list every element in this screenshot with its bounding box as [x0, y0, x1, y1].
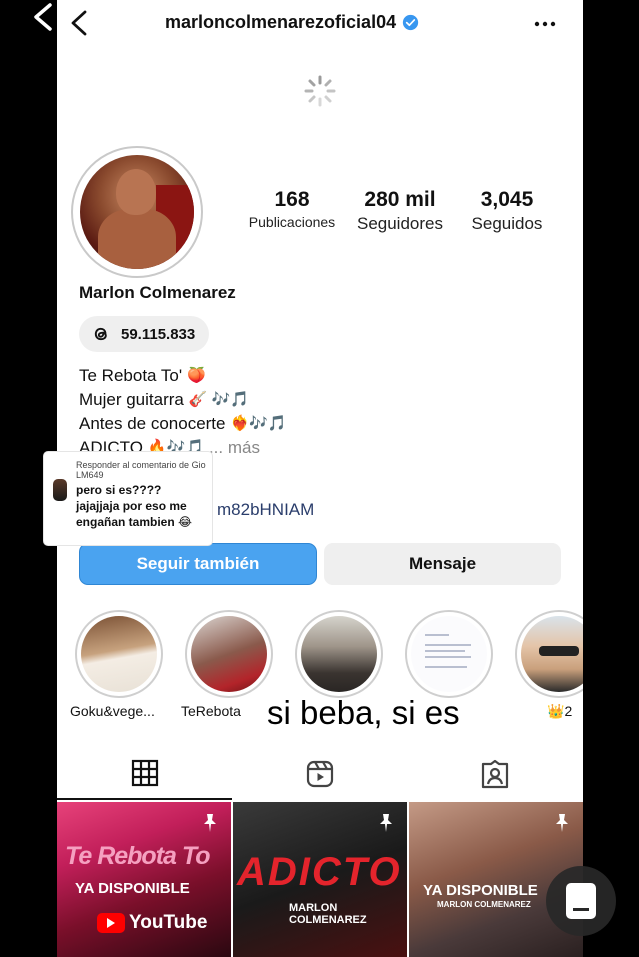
- loading-spinner-icon: [303, 74, 337, 108]
- bio-line: Antes de conocerte ❤️‍🔥🎶🎵: [79, 412, 287, 436]
- bio-text: Te Rebota To': [79, 366, 183, 385]
- post-title: ADICTO: [237, 850, 402, 894]
- top-bar: marloncolmenarezoficial04: [57, 0, 583, 48]
- story-highlight[interactable]: [515, 610, 583, 698]
- floating-document-button[interactable]: [546, 866, 616, 936]
- youtube-badge: YouTube: [97, 912, 207, 934]
- pin-icon: [380, 814, 392, 832]
- highlight-label: TeRebota: [181, 703, 241, 719]
- story-highlight[interactable]: [185, 610, 273, 698]
- post-title: YA DISPONIBLE: [423, 882, 538, 899]
- verified-badge-icon: [402, 14, 419, 31]
- username: marloncolmenarezoficial04: [165, 12, 397, 32]
- back-arrow-icon[interactable]: [69, 9, 89, 37]
- follow-button[interactable]: Seguir también: [79, 543, 317, 585]
- youtube-label: YouTube: [129, 912, 208, 933]
- bio-emoji: 🎸 🎶🎵: [188, 391, 250, 408]
- post-subtitle: MARLON COLMENAREZ: [437, 900, 531, 909]
- post-thumbnail[interactable]: ADICTO MARLON COLMENAREZ: [233, 802, 407, 957]
- threads-badge[interactable]: 59.115.833: [79, 316, 210, 352]
- username-header: marloncolmenarezoficial04: [165, 12, 419, 33]
- bio-text: Antes de conocerte: [79, 414, 226, 433]
- profile-tabs: [57, 748, 583, 800]
- bio-more-link[interactable]: ... más: [209, 436, 260, 460]
- highlight-label: Goku&vege...: [70, 703, 155, 719]
- story-highlight[interactable]: [405, 610, 493, 698]
- document-icon: [566, 883, 596, 919]
- posts-count[interactable]: 168 Publicaciones: [243, 188, 341, 230]
- post-thumbnail[interactable]: Te Rebota To YA DISPONIBLE YouTube: [57, 802, 231, 957]
- highlight-label: 👑2: [547, 703, 572, 720]
- following-count-label: Seguidos: [471, 214, 543, 233]
- threads-icon: [94, 327, 107, 341]
- bio-line: Te Rebota To' 🍑: [79, 364, 287, 388]
- display-name: Marlon Colmenarez: [79, 283, 236, 302]
- post-subtitle: MARLON COLMENAREZ: [289, 902, 367, 926]
- youtube-icon: [97, 913, 125, 933]
- story-highlight[interactable]: [295, 610, 383, 698]
- following-count[interactable]: 3,045 Seguidos: [461, 188, 553, 234]
- tab-reels[interactable]: [232, 748, 407, 800]
- tagged-icon: [481, 759, 508, 789]
- followers-count-label: Seguidores: [356, 214, 443, 233]
- pin-icon: [556, 814, 568, 832]
- pin-icon: [204, 814, 216, 832]
- bio-emoji: 🍑: [187, 367, 206, 384]
- followers-count-value: 280 mil: [364, 188, 436, 211]
- post-title: Te Rebota To: [65, 842, 210, 870]
- highlight-label-text: 2: [564, 703, 573, 719]
- grid-icon: [131, 759, 158, 787]
- followers-count[interactable]: 280 mil Seguidores: [349, 188, 451, 234]
- avatar-image: [80, 155, 194, 269]
- posts-count-label: Publicaciones: [248, 214, 336, 230]
- reply-comment-title: Responder al comentario de Gio LM649: [76, 460, 206, 480]
- bio-line: Mujer guitarra 🎸 🎶🎵: [79, 388, 287, 412]
- reply-comment-body: pero si es???? jajajjaja por eso me engañ…: [76, 483, 193, 529]
- threads-count: 59.115.833: [121, 325, 196, 343]
- outer-back-icon[interactable]: [30, 2, 56, 32]
- tab-grid[interactable]: [57, 748, 232, 800]
- profile-link[interactable]: m82bHNIAM: [217, 500, 314, 520]
- following-count-value: 3,045: [480, 188, 534, 211]
- video-caption-overlay: si beba, si es: [267, 694, 460, 731]
- crown-icon: 👑: [547, 703, 565, 719]
- bio-emoji: ❤️‍🔥🎶🎵: [230, 415, 287, 432]
- more-options-icon[interactable]: [533, 14, 557, 34]
- tab-tagged[interactable]: [407, 748, 582, 800]
- bio-text: Mujer guitarra: [79, 390, 184, 409]
- profile-avatar[interactable]: [71, 146, 203, 278]
- commenter-avatar: [53, 479, 67, 501]
- post-subtitle: YA DISPONIBLE: [75, 880, 190, 897]
- story-highlight[interactable]: [75, 610, 163, 698]
- reply-comment-sticker: Responder al comentario de Gio LM649 per…: [44, 452, 212, 545]
- posts-grid: Te Rebota To YA DISPONIBLE YouTube ADICT…: [57, 802, 583, 957]
- posts-count-value: 168: [274, 188, 310, 211]
- message-button[interactable]: Mensaje: [324, 543, 561, 585]
- reels-icon: [306, 760, 333, 788]
- bio: Te Rebota To' 🍑 Mujer guitarra 🎸 🎶🎵 Ante…: [79, 364, 287, 460]
